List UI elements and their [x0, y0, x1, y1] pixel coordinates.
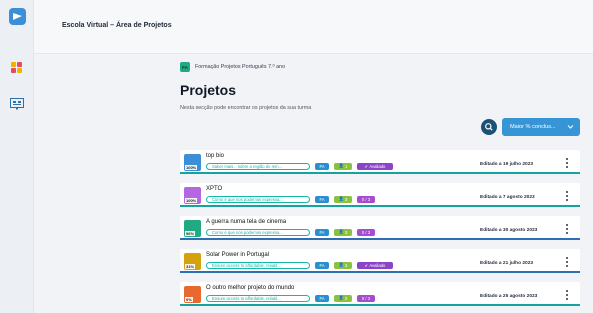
project-tag[interactable]: Ensure access to affordable, reliabl...	[206, 261, 310, 269]
progress-label: 100%	[185, 165, 198, 170]
members-badge: 👤 2	[334, 294, 352, 302]
edited-date: Editado a 7 agosto 2023	[480, 195, 535, 200]
members-badge: 👤 3	[334, 228, 352, 236]
members-count: 2	[345, 295, 348, 301]
card-accent-bar	[180, 205, 580, 207]
more-options-icon[interactable]	[565, 257, 568, 267]
more-options-icon[interactable]	[565, 191, 568, 201]
card-accent-bar	[180, 271, 580, 273]
project-title[interactable]: A guerra numa tela de cinema	[206, 219, 286, 225]
progress-label: 100%	[185, 198, 198, 203]
more-options-icon[interactable]	[565, 158, 568, 168]
sort-label: Maior % conclus...	[510, 124, 556, 130]
class-badge: FA	[180, 62, 190, 72]
project-tag[interactable]: Como é que nos podemos expressa...	[206, 228, 310, 236]
class-badge: FA	[315, 162, 329, 170]
status-badge: ✔ Avaliado	[357, 261, 393, 269]
classroom-icon[interactable]	[10, 97, 24, 110]
card-accent-bar	[180, 172, 580, 174]
class-badge: FA	[315, 195, 329, 203]
edited-date: Editado a 30 agosto 2023	[480, 228, 538, 233]
members-badge: 👤 1	[334, 162, 352, 170]
members-count: 3	[345, 262, 348, 268]
top-bar: Escola Virtual – Área de Projetos	[34, 0, 593, 54]
chevron-down-icon	[567, 125, 574, 129]
progress-label: 96%	[185, 231, 196, 236]
page-title: Projetos	[180, 82, 237, 98]
card-accent-bar	[180, 304, 580, 306]
class-badge: FA	[315, 294, 329, 302]
progress-label: 31%	[185, 264, 196, 269]
class-badge: FA	[315, 261, 329, 269]
project-card[interactable]: 100% XPTO Como é que nos podemos express…	[180, 183, 580, 207]
project-card[interactable]: 96% A guerra numa tela de cinema Como é …	[180, 216, 580, 240]
members-count: 3	[345, 229, 348, 235]
status-badge: 0 / 3	[357, 294, 375, 302]
project-thumbnail: 100%	[184, 187, 201, 204]
project-thumbnail: 96%	[184, 220, 201, 237]
project-thumbnail: 31%	[184, 253, 201, 270]
members-count: 1	[345, 163, 348, 169]
search-icon	[485, 123, 493, 131]
project-title[interactable]: top bio	[206, 153, 224, 159]
project-card[interactable]: 100% top bio Saber mais... sobre a regiã…	[180, 150, 580, 174]
project-tag[interactable]: Ensure access to affordable, reliabl...	[206, 294, 310, 302]
edited-date: Editado a 19 julho 2023	[480, 162, 534, 167]
status-badge: 0 / 3	[357, 195, 375, 203]
class-badge: FA	[315, 228, 329, 236]
project-tag[interactable]: Como é que nos podemos expressa...	[206, 195, 310, 203]
project-card[interactable]: 31% Solar Power in Portugal Ensure acces…	[180, 249, 580, 273]
more-options-icon[interactable]	[565, 224, 568, 234]
members-count: 3	[345, 196, 348, 202]
card-accent-bar	[180, 238, 580, 240]
project-thumbnail: 0%	[184, 286, 201, 303]
search-button[interactable]	[481, 119, 497, 135]
project-thumbnail: 100%	[184, 154, 201, 171]
more-options-icon[interactable]	[565, 290, 568, 300]
project-title[interactable]: Solar Power in Portugal	[206, 252, 269, 258]
sort-dropdown[interactable]: Maior % conclus...	[502, 118, 580, 136]
project-title[interactable]: XPTO	[206, 186, 222, 192]
project-tag[interactable]: Saber mais... sobre a região do rein...	[206, 162, 310, 170]
progress-label: 0%	[185, 297, 193, 302]
sidebar	[0, 0, 34, 313]
status-badge: 0 / 3	[357, 228, 375, 236]
app-title: Escola Virtual – Área de Projetos	[62, 22, 172, 29]
project-title[interactable]: O outro melhor projeto do mundo	[206, 285, 294, 291]
edited-date: Editado a 21 julho 2023	[480, 261, 534, 266]
edited-date: Editado a 25 agosto 2023	[480, 294, 538, 299]
page-description: Nesta secção pode encontrar os projetos …	[180, 105, 312, 111]
apps-icon[interactable]	[11, 62, 23, 74]
status-label: Avaliado	[369, 163, 386, 169]
breadcrumb[interactable]: FA Formação Projetos Português 7.º ano	[180, 62, 285, 72]
app-logo-icon[interactable]	[9, 8, 26, 25]
status-badge: ✔ Avaliado	[357, 162, 393, 170]
members-badge: 👤 3	[334, 195, 352, 203]
project-card[interactable]: 0% O outro melhor projeto do mundo Ensur…	[180, 282, 580, 306]
status-label: Avaliado	[369, 262, 386, 268]
members-badge: 👤 3	[334, 261, 352, 269]
breadcrumb-text: Formação Projetos Português 7.º ano	[195, 64, 286, 70]
